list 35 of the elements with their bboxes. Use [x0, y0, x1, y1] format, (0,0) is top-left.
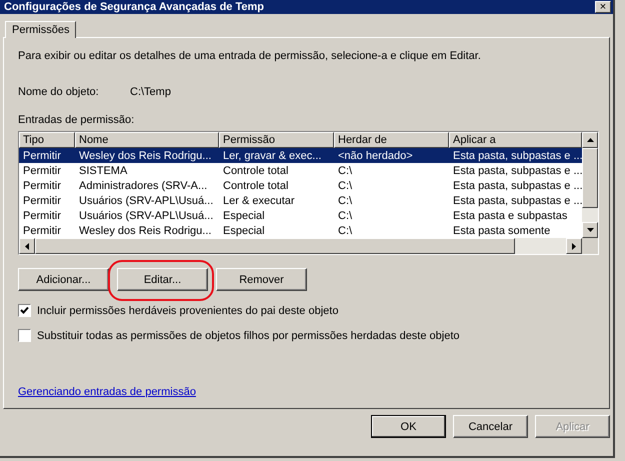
dialog-button[interactable]: Editar... — [117, 268, 208, 291]
table-row[interactable]: Permitir Wesley dos Reis Rodrigu... Ler, gravar & exec... <não herdado> Esta pasta, subpastas e ... — [19, 148, 582, 163]
tab[interactable]: Permissões — [5, 21, 76, 38]
table-row[interactable]: Permitir Administradores (SRV-A... Controle total C:\ Esta pasta, subpastas e ... — [19, 178, 582, 193]
left-arrow-icon[interactable] — [25, 242, 29, 250]
right-arrow-icon[interactable] — [572, 242, 576, 250]
dialog-button[interactable]: OK — [371, 415, 446, 438]
column-header[interactable]: Herdar de — [334, 132, 449, 148]
dialog-button[interactable]: Cancelar — [453, 415, 528, 438]
column-header[interactable]: Nome — [75, 132, 219, 148]
table-row[interactable]: Permitir SISTEMA Controle total C:\ Esta pasta, subpastas e ... — [19, 163, 582, 178]
object-name-label: Nome do objeto: — [18, 86, 100, 98]
checkbox[interactable] — [18, 329, 31, 342]
checkbox[interactable] — [18, 304, 31, 317]
scrollbar-corner — [582, 238, 598, 254]
close-button[interactable]: × — [595, 1, 611, 13]
dialog-button[interactable]: Adicionar... — [18, 268, 109, 291]
checkbox-label: Incluir permissões herdáveis provenientes do pai deste objeto — [37, 304, 338, 316]
help-link[interactable]: Gerenciando entradas de permissão — [18, 386, 196, 398]
instruction-text: Para exibir ou editar os detalhes de uma entrada de permissão, selecione-a e clique em Editar. — [18, 50, 482, 62]
column-header[interactable]: Tipo — [19, 132, 75, 148]
up-arrow-icon[interactable] — [586, 138, 594, 142]
vertical-scrollbar[interactable] — [582, 132, 598, 238]
object-name-value: C:\Temp — [130, 86, 171, 98]
entries-label: Entradas de permissão: — [18, 114, 136, 126]
checkbox-label: Substituir todas as permissões de objetos filhos por permissões herdadas deste objeto — [37, 330, 460, 342]
dialog-button[interactable]: Remover — [216, 268, 307, 291]
column-header[interactable]: Permissão — [219, 132, 334, 148]
table-row[interactable]: Permitir Usuários (SRV-APL\Usuá... Especial C:\ Esta pasta e subpastas — [19, 208, 582, 223]
table-row[interactable]: Permitir Wesley dos Reis Rodrigu... Especial C:\ Esta pasta somente — [19, 223, 582, 238]
table-row[interactable]: Permitir Usuários (SRV-APL\Usuá... Ler & executar C:\ Esta pasta, subpastas e ... — [19, 193, 582, 208]
window-title: Configurações de Segurança Avançadas de Temp — [4, 1, 264, 13]
horizontal-scrollbar[interactable] — [19, 238, 598, 254]
down-arrow-icon[interactable] — [586, 228, 594, 232]
column-header[interactable]: Aplicar a — [449, 132, 582, 148]
